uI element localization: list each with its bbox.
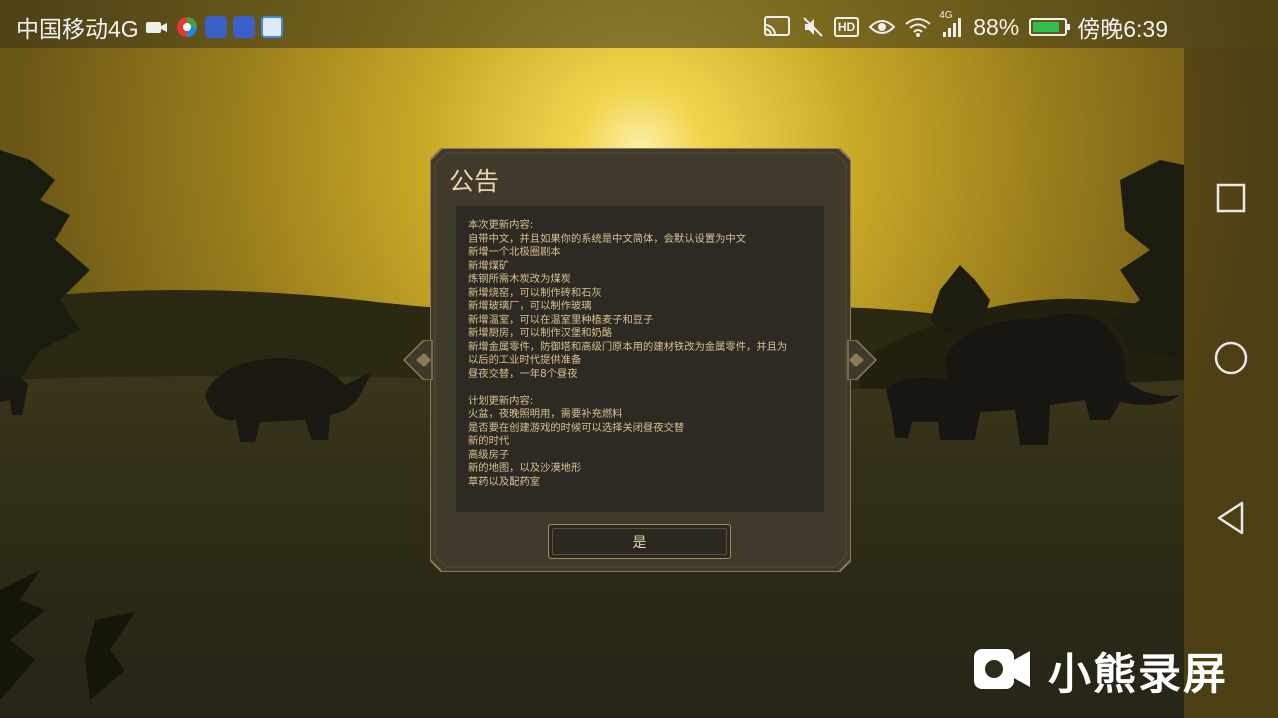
diamond-left-icon: [402, 339, 442, 384]
video-camera-icon: [972, 645, 1032, 698]
dialog-content-line: 新的时代: [468, 435, 510, 447]
wifi-icon: [905, 17, 931, 37]
mute-icon: [802, 16, 824, 38]
back-button[interactable]: [1206, 495, 1256, 545]
announcement-dialog: 公告 本次更新内容: 自带中文，并且如果你的系统是中文简体，会默认设置为中文 新增一…: [430, 148, 851, 572]
dialog-content-line: 高级房子: [468, 448, 510, 461]
recent-apps-button[interactable]: [1206, 175, 1256, 225]
app-icon: [260, 16, 283, 38]
dialog-content-line: 草药以及配药室: [468, 475, 541, 488]
watermark-text: 小熊录屏: [1048, 650, 1228, 700]
dialog-title: 公告: [449, 167, 500, 196]
dialog-content-line: 以后的工业时代提供准备: [468, 354, 582, 366]
dialog-content-line: 新增烧窑，可以制作砖和石灰: [468, 286, 602, 299]
dialog-spacer: [468, 381, 812, 395]
page-right-arrow[interactable]: [838, 339, 878, 381]
wifi-hotspot-icon: [204, 16, 227, 38]
clock: 傍晚6:39: [1077, 16, 1168, 42]
battery-icon: [1029, 18, 1071, 36]
dialog-content-line: 计划更新内容:: [468, 394, 534, 407]
dialog-content-line: 新增温室，可以在温室里种植麦子和豆子: [468, 313, 654, 326]
triangle-back-icon: [1216, 501, 1246, 540]
dialog-content-line: 新的地图，以及沙漠地形: [468, 462, 582, 474]
battery-percent: 88%: [973, 13, 1020, 40]
watermark: 小熊录屏: [972, 640, 1228, 702]
navigation-bar: [1184, 48, 1278, 718]
signal-icon: 4G: [939, 10, 963, 38]
eye-icon: [869, 18, 896, 36]
dialog-content-line: 火盆，夜晚照明用，需要补充燃料: [468, 408, 623, 420]
diamond-right-icon: [838, 339, 878, 384]
video-camera-icon: [145, 18, 169, 36]
dialog-content-line: 炼钢所需木炭改为煤炭: [468, 273, 571, 285]
dialog-content-line: 昼夜交替，一年8个昼夜: [468, 367, 578, 380]
dialog-content-line: 本次更新内容:: [468, 219, 534, 231]
home-button[interactable]: [1206, 335, 1256, 385]
circle-icon: [1214, 341, 1248, 380]
dialog-content-line: 自带中文，并且如果你的系统是中文简体，会默认设置为中文: [468, 232, 747, 245]
dialog-content-line: 新增厨房，可以制作汉堡和奶酪: [468, 327, 613, 339]
network-type-label: 4G: [939, 10, 953, 21]
dialog-content-line: 是否要在创建游戏的时候可以选择关闭昼夜交替: [468, 421, 685, 434]
confirm-button-label: 是: [632, 534, 647, 551]
hd-icon: HD: [833, 17, 860, 37]
dialog-content[interactable]: 本次更新内容: 自带中文，并且如果你的系统是中文简体，会默认设置为中文 新增一个北极…: [456, 206, 824, 512]
confirm-button[interactable]: 是: [548, 524, 731, 559]
dialog-content-line: 新增一个北极圈剧本: [468, 246, 561, 258]
carrier-label: 中国移动4G: [16, 16, 139, 42]
square-icon: [1216, 183, 1246, 218]
dialog-content-line: 新增金属零件，防御塔和高级门原本用的建材铁改为金属零件，并且为: [468, 340, 788, 353]
wifi-hotspot-icon: [232, 16, 255, 38]
dialog-content-line: 新增玻璃厂，可以制作玻璃: [468, 300, 592, 312]
dialog-content-line: 新增煤矿: [468, 259, 510, 272]
app-icon: [175, 15, 199, 39]
screen-cast-icon: [762, 15, 792, 39]
status-bar: 中国移动4G HD 4G 88% 傍晚6:39: [0, 0, 1278, 48]
page-left-arrow[interactable]: [402, 339, 442, 381]
